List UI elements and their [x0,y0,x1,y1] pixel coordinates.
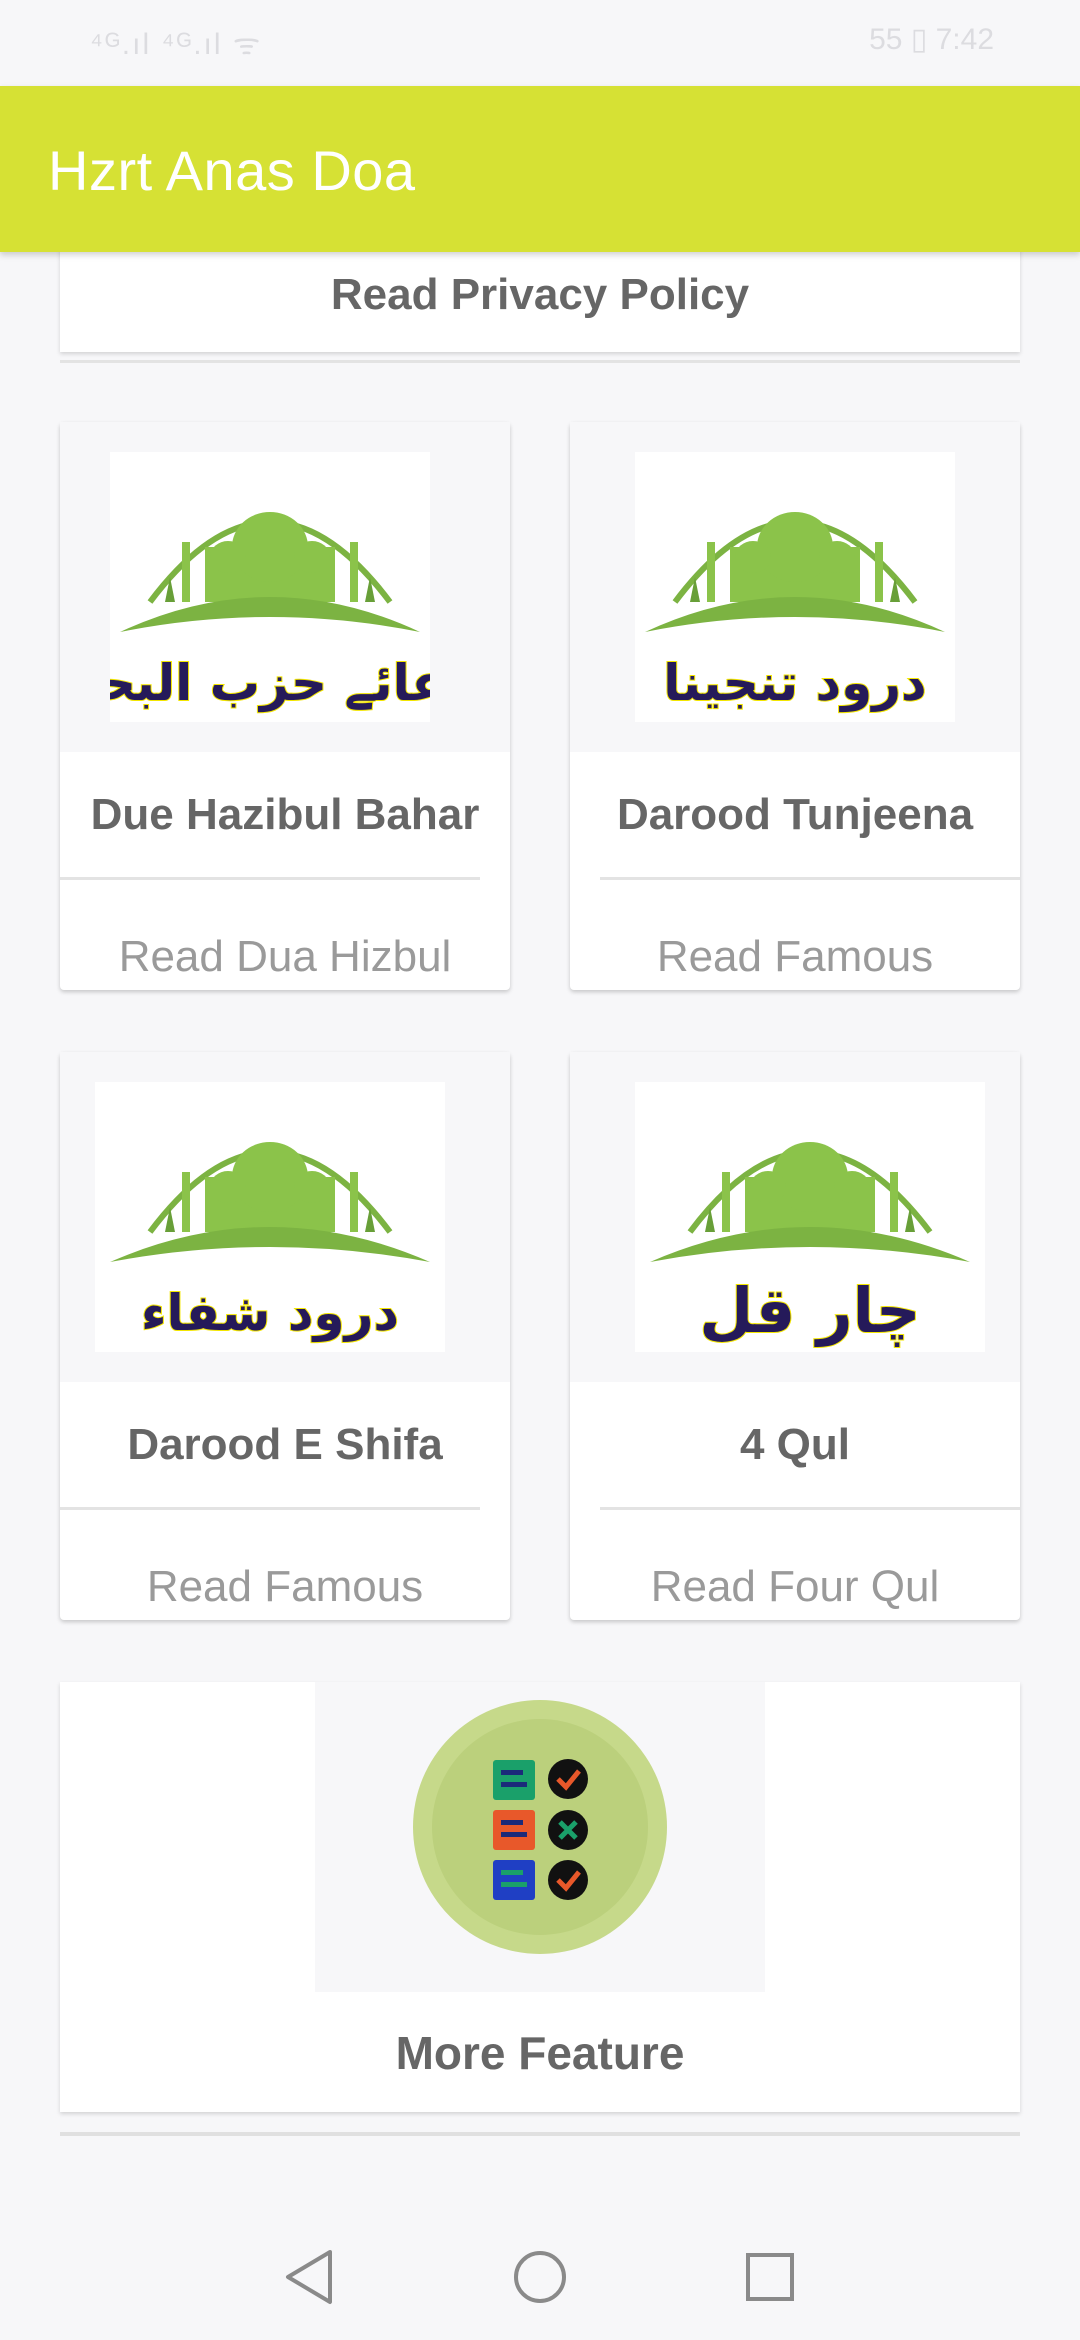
card-subtitle: Read Four Qul [650,1562,940,1611]
system-nav-bar [0,2212,1080,2340]
divider [60,877,480,880]
svg-text:چار قل: چار قل [699,1274,920,1347]
app-bar: Hzrt Anas Doa [0,86,1080,252]
privacy-policy-card[interactable]: Read Privacy Policy [60,252,1020,352]
card-image-area: دعائے حزب البحر [60,422,510,752]
card-due-hazibul-bahar[interactable]: دعائے حزب البحر Due Hazibul Bahar Read D… [60,422,510,990]
feature-list[interactable]: Read Privacy Policy دعائے حزب البحر [0,252,1080,2212]
divider [600,877,1020,880]
divider [600,1507,1020,1510]
card-image-area: چار قل [570,1052,1020,1382]
svg-text:دعائے حزب البحر: دعائے حزب البحر [110,654,430,713]
svg-text:درود تنجینا: درود تنجینا [663,654,926,713]
recents-icon[interactable] [730,2242,810,2312]
page-title: Hzrt Anas Doa [48,139,416,202]
more-feature-label: More Feature [395,2027,685,2079]
card-title: Due Hazibul Bahar [90,790,480,839]
status-time: 55 ▯ 7:42 [869,23,994,56]
more-feature-image-area [315,1682,765,1992]
mosque-logo-image: چار قل [635,1082,985,1352]
more-feature-card[interactable]: More Feature [60,1682,1020,2112]
mosque-logo-image: درود تنجینا [635,452,955,722]
card-subtitle: Read Dua Hizbul [118,932,452,981]
divider [60,360,1020,363]
card-image-area: درود شفاء [60,1052,510,1382]
card-4-qul[interactable]: چار قل 4 Qul Read Four Qul [570,1052,1020,1620]
divider [60,1507,480,1510]
divider [60,2132,1020,2136]
card-subtitle: Read Famous [656,932,934,981]
card-title: 4 Qul [739,1420,851,1469]
card-subtitle: Read Famous [146,1562,424,1611]
signal-icons: ⁴ᴳ.ıl ⁴ᴳ.ıl ᯤ [90,28,263,61]
mosque-logo-image: درود شفاء [95,1082,445,1352]
card-title: Darood Tunjeena [616,790,974,839]
card-title: Darood E Shifa [127,1420,443,1469]
status-bar: ⁴ᴳ.ıl ⁴ᴳ.ıl ᯤ 55 ▯ 7:42 [0,0,1080,86]
svg-text:درود شفاء: درود شفاء [141,1284,399,1343]
card-image-area: درود تنجینا [570,422,1020,752]
card-darood-tunjeena[interactable]: درود تنجینا Darood Tunjeena Read Famous [570,422,1020,990]
card-darood-e-shifa[interactable]: درود شفاء Darood E Shifa Read Famous [60,1052,510,1620]
back-icon[interactable] [270,2242,350,2312]
privacy-policy-label: Read Privacy Policy [330,270,750,319]
home-icon[interactable] [500,2242,580,2312]
checklist-icon [413,1700,667,1954]
mosque-logo-image: دعائے حزب البحر [110,452,430,722]
